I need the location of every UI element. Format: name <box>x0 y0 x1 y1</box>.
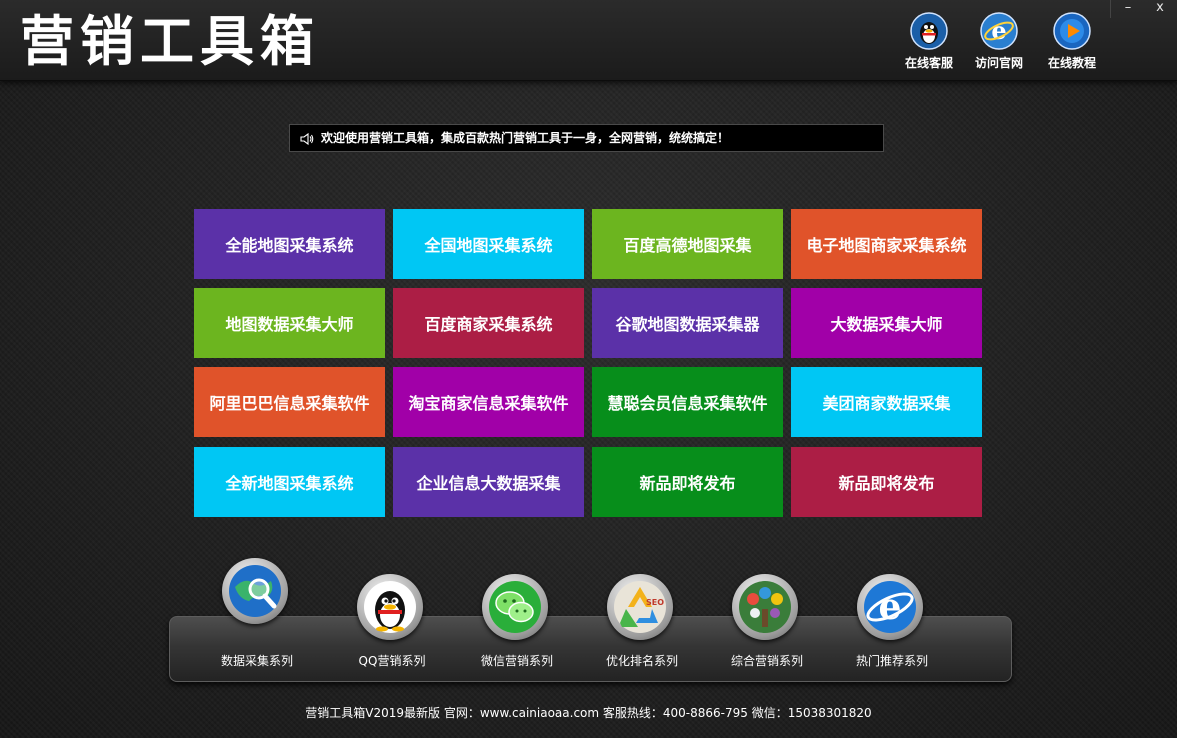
tile-national-map-collector[interactable]: 全国地图采集系统 <box>393 209 584 279</box>
tile-enterprise-big-data[interactable]: 企业信息大数据采集 <box>393 447 584 517</box>
tile-big-data-master[interactable]: 大数据采集大师 <box>791 288 982 358</box>
header-bar: 营销工具箱 – x 在线客服 e 访问官网 在线教程 <box>0 0 1177 81</box>
online-tutorial-label: 在线教程 <box>1047 56 1096 70</box>
speaker-icon <box>300 131 314 146</box>
tile-huicong-collector[interactable]: 慧聪会员信息采集软件 <box>592 367 783 437</box>
notice-text: 欢迎使用营销工具箱，集成百款热门营销工具于一身，全网营销，统统搞定！ <box>321 131 730 145</box>
footer-info: 营销工具箱V2019最新版 官网：www.cainiaoaa.com 客服热线：… <box>305 706 872 720</box>
ie-browser-icon: e <box>857 574 923 640</box>
dock-data-collection[interactable]: 数据采集系列 <box>202 556 312 668</box>
tile-baidu-merchant-collector[interactable]: 百度商家采集系统 <box>393 288 584 358</box>
app-window: 营销工具箱 – x 在线客服 e 访问官网 在线教程 欢迎使用营销工具箱，集成百… <box>0 0 1177 738</box>
online-tutorial-link[interactable]: 在线教程 <box>1037 12 1107 76</box>
dock-wechat-marketing-label: 微信营销系列 <box>480 654 553 668</box>
tile-new-map-collector[interactable]: 全新地图采集系统 <box>194 447 385 517</box>
tile-alibaba-collector[interactable]: 阿里巴巴信息采集软件 <box>194 367 385 437</box>
tile-coming-soon[interactable]: 新品即将发布 <box>592 447 783 517</box>
dock-wechat-marketing[interactable]: 微信营销系列 <box>462 572 572 672</box>
dock-seo-ranking[interactable]: SEO 优化排名系列 <box>587 572 697 672</box>
svg-text:e: e <box>879 586 902 628</box>
svg-text:SEO: SEO <box>646 598 664 607</box>
visit-website-link[interactable]: e 访问官网 <box>964 12 1034 76</box>
svg-text:e: e <box>991 16 1006 45</box>
minimize-button[interactable]: – <box>1110 0 1145 18</box>
dock-integrated-marketing[interactable]: 综合营销系列 <box>712 572 822 672</box>
globe-search-icon <box>222 558 288 624</box>
social-tree-icon <box>732 574 798 640</box>
play-icon <box>1053 12 1091 50</box>
dock-seo-ranking-label: 优化排名系列 <box>605 654 678 668</box>
tile-meituan-collector[interactable]: 美团商家数据采集 <box>791 367 982 437</box>
qq-penguin-icon <box>910 12 948 50</box>
tile-baidu-gaode-map-collector[interactable]: 百度高德地图采集 <box>592 209 783 279</box>
close-button[interactable]: x <box>1143 0 1177 18</box>
tile-taobao-collector[interactable]: 淘宝商家信息采集软件 <box>393 367 584 437</box>
dock-data-collection-label: 数据采集系列 <box>220 654 293 668</box>
tile-map-data-master[interactable]: 地图数据采集大师 <box>194 288 385 358</box>
visit-website-label: 访问官网 <box>974 56 1023 70</box>
qq-penguin-icon <box>357 574 423 640</box>
dock-qq-marketing-label: QQ营销系列 <box>358 654 426 668</box>
dock-integrated-marketing-label: 综合营销系列 <box>730 654 803 668</box>
wechat-icon <box>482 574 548 640</box>
dock-hot-recommend[interactable]: e 热门推荐系列 <box>837 572 947 672</box>
tile-all-map-collector[interactable]: 全能地图采集系统 <box>194 209 385 279</box>
ie-browser-icon: e <box>980 12 1018 50</box>
online-service-link[interactable]: 在线客服 <box>894 12 964 76</box>
tile-coming-soon[interactable]: 新品即将发布 <box>791 447 982 517</box>
seo-recycle-icon: SEO <box>607 574 673 640</box>
app-title: 营销工具箱 <box>20 9 320 73</box>
online-service-label: 在线客服 <box>904 56 953 70</box>
dock-hot-recommend-label: 热门推荐系列 <box>855 654 928 668</box>
notice-bar: 欢迎使用营销工具箱，集成百款热门营销工具于一身，全网营销，统统搞定！ <box>289 124 884 152</box>
tile-google-map-collector[interactable]: 谷歌地图数据采集器 <box>592 288 783 358</box>
dock-qq-marketing[interactable]: QQ营销系列 <box>337 572 447 672</box>
tile-e-map-merchant-collector[interactable]: 电子地图商家采集系统 <box>791 209 982 279</box>
